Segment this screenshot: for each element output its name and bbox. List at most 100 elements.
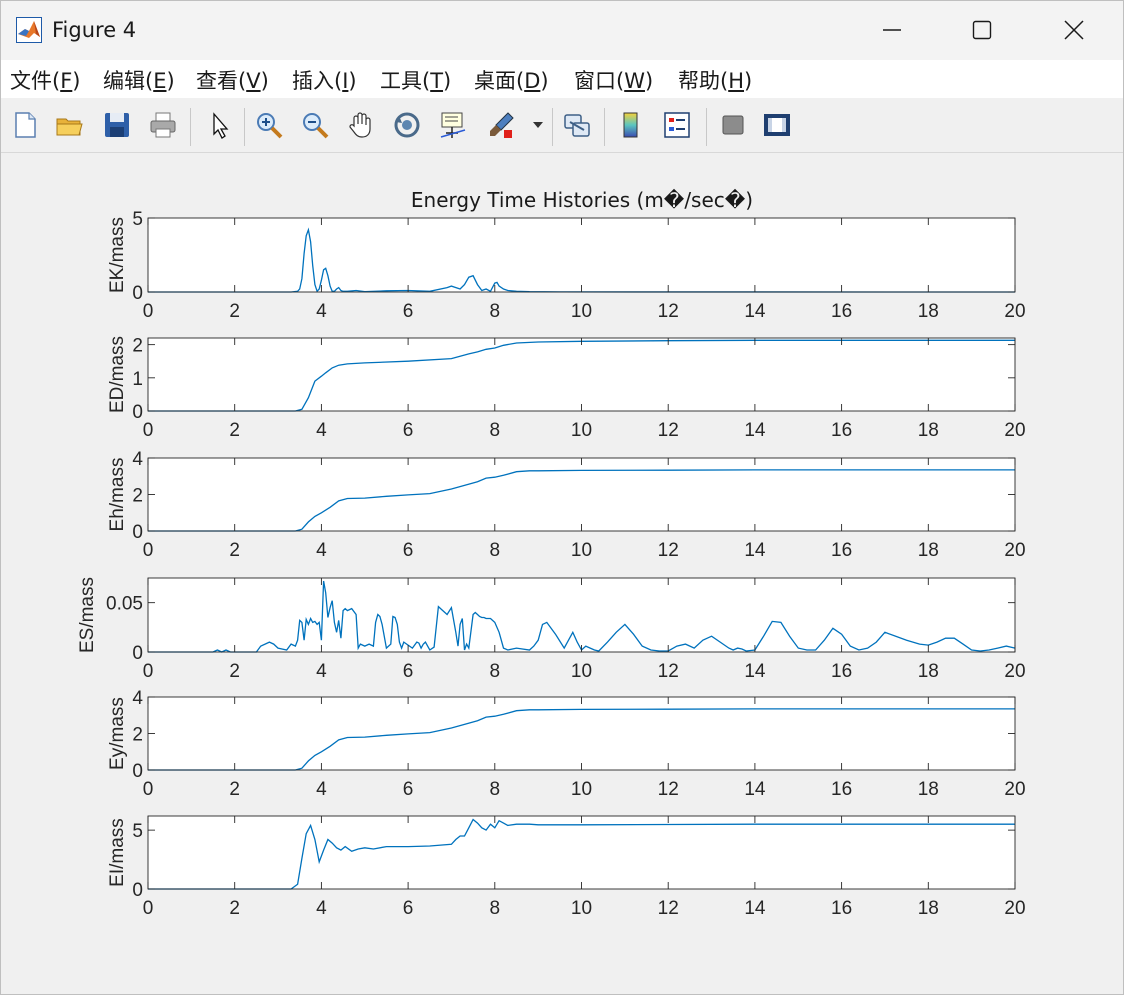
chart-svg[interactable]: 0 2 4 6 8 10 12 14 16 18 2005EK/mass0 2 4 6 8 10 12 14 16 1… (0, 0, 1124, 995)
x-tick-label: 20 (1004, 661, 1025, 682)
x-tick-label: 0 (143, 301, 154, 322)
subplot-1: 0 2 4 6 8 10 12 14 16 18 20 0 5EK/mass (107, 209, 1026, 322)
x-tick-label: 18 (918, 779, 939, 800)
axes-background (148, 458, 1015, 531)
axes-background (148, 218, 1015, 292)
x-tick-label: 6 (403, 898, 414, 919)
x-tick-label: 6 (403, 420, 414, 441)
x-tick-label: 0 (143, 540, 154, 561)
x-tick-label: 2 (229, 779, 240, 800)
y-tick-label: 0 (132, 402, 143, 423)
x-tick-label: 18 (918, 420, 939, 441)
x-tick-label: 10 (571, 420, 592, 441)
x-tick-label: 14 (744, 420, 766, 441)
y-tick-label: 2 (132, 725, 143, 746)
y-tick-label: 1 (132, 369, 143, 390)
subplot-3: 0 2 4 6 8 10 12 14 16 18 20024Eh/mass (107, 449, 1026, 561)
x-tick-label: 4 (316, 779, 327, 800)
x-tick-label: 18 (918, 898, 939, 919)
x-tick-label: 4 (316, 420, 327, 441)
x-tick-label: 6 (403, 661, 414, 682)
x-tick-label: 16 (831, 779, 852, 800)
x-tick-label: 0 (143, 420, 154, 441)
y-axis-label: ES/mass (77, 577, 98, 653)
y-axis-label: ED/mass (107, 336, 128, 413)
axes-background (148, 338, 1015, 411)
y-axis-label: EI/mass (107, 818, 128, 887)
subplot-5: 0 2 4 6 8 10 12 14 16 18 20024Ey/mass (107, 688, 1026, 800)
x-tick-label: 6 (403, 540, 414, 561)
x-tick-label: 16 (831, 301, 852, 322)
x-tick-label: 20 (1004, 420, 1025, 441)
y-axis-label: EK/mass (107, 217, 128, 293)
x-tick-label: 12 (658, 301, 679, 322)
y-tick-label: 0 (132, 283, 143, 304)
y-tick-label: 4 (132, 449, 143, 470)
x-tick-label: 2 (229, 301, 240, 322)
x-tick-label: 8 (490, 420, 501, 441)
y-tick-label: 0 (132, 522, 143, 543)
y-axis-label: Ey/mass (107, 697, 128, 770)
x-tick-label: 18 (918, 301, 939, 322)
axes-background (148, 816, 1015, 889)
x-tick-label: 18 (918, 661, 939, 682)
subplot-4: 0 2 4 6 8 10 12 14 16 18 20 0 0.05 ES/mass (77, 577, 1026, 682)
x-tick-label: 4 (316, 898, 327, 919)
x-tick-label: 2 (229, 540, 240, 561)
x-tick-label: 12 (658, 779, 679, 800)
x-tick-label: 14 (744, 779, 766, 800)
x-tick-label: 8 (490, 779, 501, 800)
y-tick-label: 5 (132, 821, 143, 842)
x-tick-label: 12 (658, 661, 679, 682)
axes-background (148, 697, 1015, 770)
x-tick-label: 0 (143, 661, 154, 682)
x-tick-label: 20 (1004, 779, 1025, 800)
x-tick-label: 16 (831, 420, 852, 441)
y-tick-label: 0 (132, 880, 143, 901)
y-tick-label: 2 (132, 336, 143, 357)
x-tick-label: 8 (490, 661, 501, 682)
x-tick-label: 20 (1004, 540, 1025, 561)
subplot-2: 0 2 4 6 8 10 12 14 16 18 20012ED/mass (107, 336, 1026, 441)
x-tick-label: 10 (571, 779, 592, 800)
x-tick-label: 8 (490, 540, 501, 561)
x-tick-label: 14 (744, 898, 766, 919)
x-tick-label: 8 (490, 301, 501, 322)
y-tick-label: 2 (132, 486, 143, 507)
x-tick-label: 8 (490, 898, 501, 919)
x-tick-label: 16 (831, 661, 852, 682)
y-tick-label: 0 (132, 643, 143, 664)
y-tick-label: 0.05 (106, 594, 143, 615)
x-tick-label: 2 (229, 661, 240, 682)
x-tick-label: 6 (403, 779, 414, 800)
y-tick-label: 4 (132, 688, 143, 709)
x-tick-label: 20 (1004, 898, 1025, 919)
x-tick-label: 14 (744, 661, 766, 682)
subplot-6: 0 2 4 6 8 10 12 14 16 18 20 0 5EI/mass (107, 815, 1026, 919)
y-tick-label: 0 (132, 761, 143, 782)
x-tick-label: 12 (658, 540, 679, 561)
x-tick-label: 14 (744, 540, 766, 561)
x-tick-label: 4 (316, 540, 327, 561)
x-tick-label: 12 (658, 420, 679, 441)
axes-background (148, 578, 1015, 652)
x-tick-label: 10 (571, 540, 592, 561)
x-tick-label: 16 (831, 898, 852, 919)
x-tick-label: 6 (403, 301, 414, 322)
x-tick-label: 4 (316, 661, 327, 682)
x-tick-label: 20 (1004, 301, 1025, 322)
x-tick-label: 16 (831, 540, 852, 561)
x-tick-label: 14 (744, 301, 766, 322)
x-tick-label: 0 (143, 779, 154, 800)
x-tick-label: 2 (229, 420, 240, 441)
x-tick-label: 12 (658, 898, 679, 919)
x-tick-label: 10 (571, 898, 592, 919)
x-tick-label: 10 (571, 301, 592, 322)
x-tick-label: 18 (918, 540, 939, 561)
y-axis-label: Eh/mass (107, 458, 128, 532)
y-tick-label: 5 (132, 209, 143, 230)
x-tick-label: 2 (229, 898, 240, 919)
x-tick-label: 4 (316, 301, 327, 322)
x-tick-label: 10 (571, 661, 592, 682)
x-tick-label: 0 (143, 898, 154, 919)
